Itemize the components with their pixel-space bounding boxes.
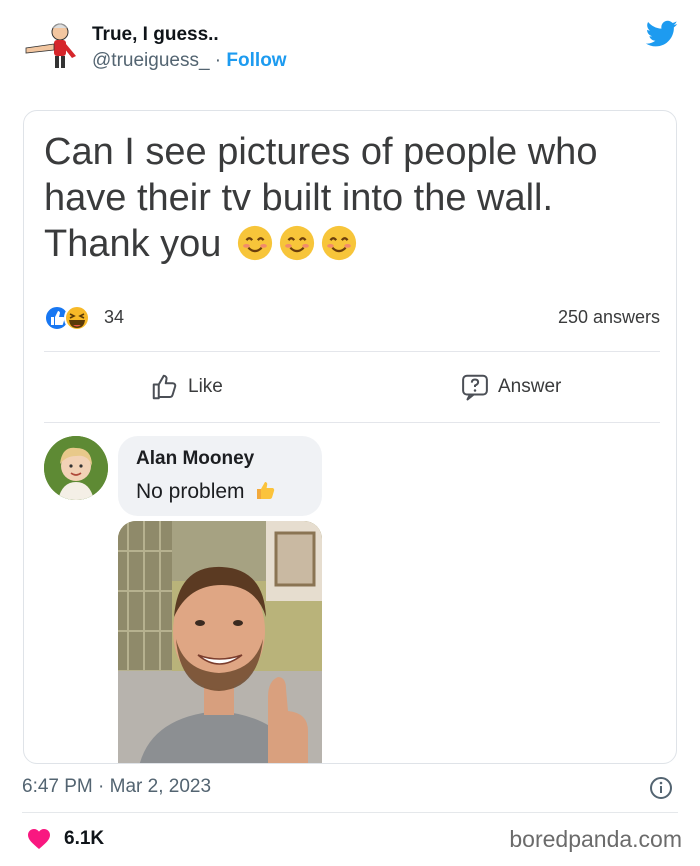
answers-count[interactable]: 250 answers [558,307,660,328]
question-line: Thank you [44,223,222,265]
commenter-avatar[interactable] [44,436,108,500]
comment-bubble: Alan Mooney No problem [118,436,322,516]
answer-button[interactable]: Answer [460,369,561,405]
author-handle[interactable]: @trueiguess_ [92,50,210,71]
reactions-row: 34 250 answers [44,303,664,333]
smile-emoji-icon [237,225,273,261]
question-line: have their tv built into the wall. [44,177,554,219]
like-button[interactable]: Like [150,369,223,405]
info-icon[interactable] [649,776,673,800]
reaction-icons[interactable] [44,305,100,331]
author-avatar[interactable] [20,20,84,72]
tweet-media-card[interactable]: Can I see pictures of people who have th… [23,110,677,764]
footer-divider [22,812,678,813]
divider [44,351,660,352]
commenter-name[interactable]: Alan Mooney [136,448,304,470]
question-bubble-icon [462,374,488,401]
question-line-with-emojis: Thank you [44,221,654,267]
author-name[interactable]: True, I guess.. [92,24,219,46]
follow-button[interactable]: Follow [226,50,286,71]
author-handle-row: @trueiguess_ · Follow [92,50,287,72]
reaction-count[interactable]: 34 [104,307,124,328]
tweet-timestamp[interactable]: 6:47 PM · Mar 2, 2023 [22,776,211,798]
twitter-bird-icon[interactable] [645,20,678,48]
haha-reaction-icon [64,305,90,331]
like-label: Like [188,376,223,397]
thumbs-up-emoji-icon [257,482,275,499]
divider [44,422,660,423]
comment-body: No problem [136,480,245,503]
like-count[interactable]: 6.1K [64,828,104,850]
question-text: Can I see pictures of people who have th… [44,129,654,267]
smile-emoji-icon [321,225,357,261]
watermark: boredpanda.com [509,826,682,852]
comment-text: No problem [136,478,304,504]
thumbs-up-outline-icon [152,374,177,400]
smile-emoji-icon [279,225,315,261]
reply-photo[interactable] [118,521,322,763]
heart-icon[interactable] [27,828,51,850]
answer-label: Answer [498,376,562,397]
question-line: Can I see pictures of people who [44,131,598,173]
handle-separator: · [209,50,227,71]
